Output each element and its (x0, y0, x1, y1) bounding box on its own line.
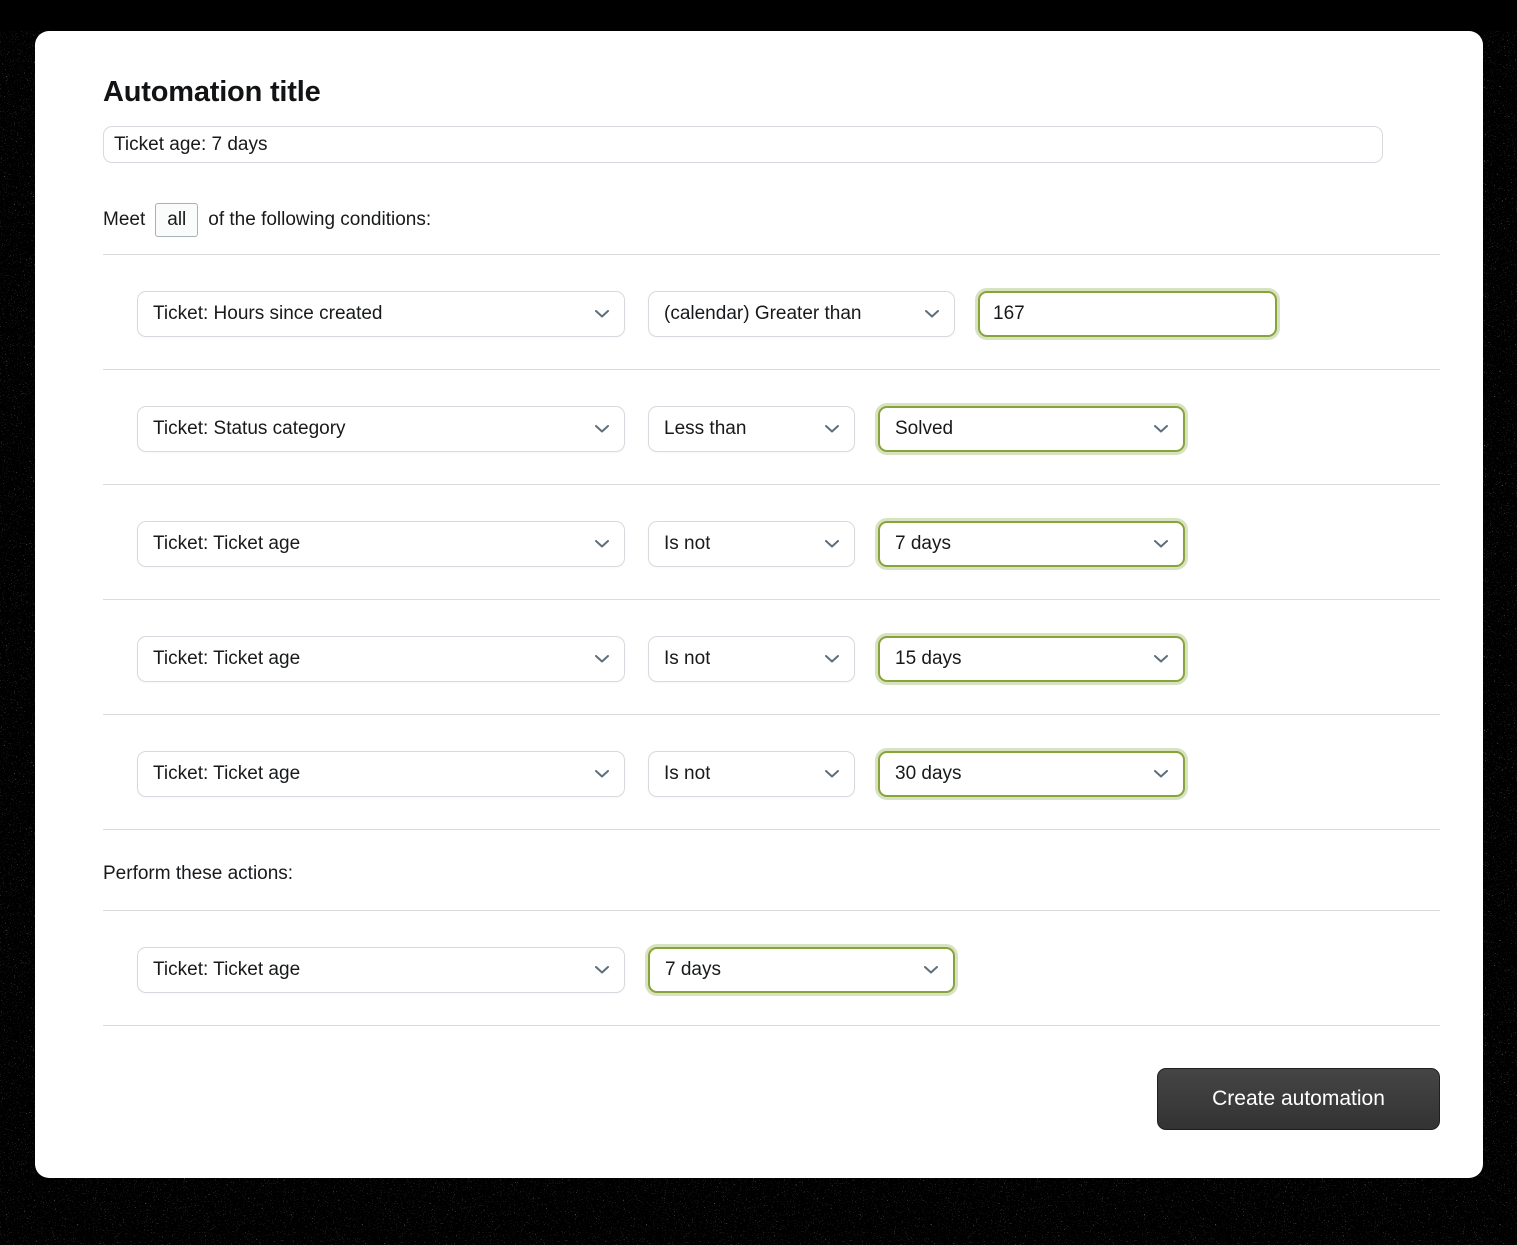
actions-heading: Perform these actions: (103, 861, 1440, 887)
automation-form-card: Automation title Meet all of the followi… (35, 31, 1483, 1178)
page-title: Automation title (103, 75, 1440, 109)
condition-value-select[interactable]: 7 days (878, 521, 1185, 567)
condition-operator-value: Is not (664, 533, 710, 555)
chevron-down-icon (595, 425, 609, 433)
action-field-value: Ticket: Ticket age (153, 959, 300, 981)
condition-field-select[interactable]: Ticket: Ticket age (137, 636, 625, 682)
condition-field-select[interactable]: Ticket: Status category (137, 406, 625, 452)
chevron-down-icon (825, 540, 839, 548)
chevron-down-icon (595, 655, 609, 663)
condition-row: Ticket: Ticket age Is not 15 days (103, 599, 1440, 714)
condition-value-select[interactable]: 30 days (878, 751, 1185, 797)
condition-operator-value: Less than (664, 418, 746, 440)
chevron-down-icon (595, 966, 609, 974)
chevron-down-icon (595, 770, 609, 778)
chevron-down-icon (825, 770, 839, 778)
condition-operator-select[interactable]: Is not (648, 521, 855, 567)
conditions-heading-row: Meet all of the following conditions: (103, 203, 1440, 237)
condition-field-value: Ticket: Ticket age (153, 763, 300, 785)
conditions-match-select[interactable]: all (155, 203, 198, 237)
condition-value-input[interactable] (978, 291, 1277, 337)
condition-operator-select[interactable]: (calendar) Greater than (648, 291, 955, 337)
chevron-down-icon (1154, 770, 1168, 778)
automation-title-input[interactable] (103, 126, 1383, 163)
action-row: Ticket: Ticket age 7 days (103, 910, 1440, 1025)
condition-row: Ticket: Ticket age Is not 30 days (103, 714, 1440, 829)
conditions-meet-suffix: of the following conditions: (208, 208, 431, 232)
chevron-down-icon (1154, 655, 1168, 663)
condition-value-select[interactable]: Solved (878, 406, 1185, 452)
condition-field-value: Ticket: Status category (153, 418, 346, 440)
conditions-list: Ticket: Hours since created (calendar) G… (103, 254, 1440, 830)
condition-row: Ticket: Hours since created (calendar) G… (103, 254, 1440, 369)
condition-field-value: Ticket: Hours since created (153, 303, 383, 325)
condition-value: 7 days (895, 533, 951, 555)
condition-operator-value: (calendar) Greater than (664, 303, 862, 325)
condition-field-select[interactable]: Ticket: Ticket age (137, 751, 625, 797)
condition-field-value: Ticket: Ticket age (153, 648, 300, 670)
chevron-down-icon (825, 655, 839, 663)
chevron-down-icon (925, 310, 939, 318)
chevron-down-icon (825, 425, 839, 433)
condition-field-select[interactable]: Ticket: Ticket age (137, 521, 625, 567)
conditions-meet-prefix: Meet (103, 208, 145, 232)
create-automation-button[interactable]: Create automation (1157, 1068, 1440, 1130)
chevron-down-icon (1154, 425, 1168, 433)
condition-operator-select[interactable]: Is not (648, 636, 855, 682)
condition-field-value: Ticket: Ticket age (153, 533, 300, 555)
condition-value: 15 days (895, 648, 962, 670)
condition-operator-select[interactable]: Is not (648, 751, 855, 797)
action-value: 7 days (665, 959, 721, 981)
chevron-down-icon (595, 540, 609, 548)
condition-row: Ticket: Ticket age Is not 7 days (103, 484, 1440, 599)
actions-list: Ticket: Ticket age 7 days (103, 910, 1440, 1026)
condition-value: Solved (895, 418, 953, 440)
chevron-down-icon (595, 310, 609, 318)
condition-value-select[interactable]: 15 days (878, 636, 1185, 682)
condition-operator-value: Is not (664, 763, 710, 785)
action-value-select[interactable]: 7 days (648, 947, 955, 993)
condition-operator-value: Is not (664, 648, 710, 670)
condition-field-select[interactable]: Ticket: Hours since created (137, 291, 625, 337)
chevron-down-icon (924, 966, 938, 974)
condition-operator-select[interactable]: Less than (648, 406, 855, 452)
form-footer: Create automation (103, 1068, 1440, 1130)
condition-row: Ticket: Status category Less than Solved (103, 369, 1440, 484)
condition-value: 30 days (895, 763, 962, 785)
chevron-down-icon (1154, 540, 1168, 548)
action-field-select[interactable]: Ticket: Ticket age (137, 947, 625, 993)
